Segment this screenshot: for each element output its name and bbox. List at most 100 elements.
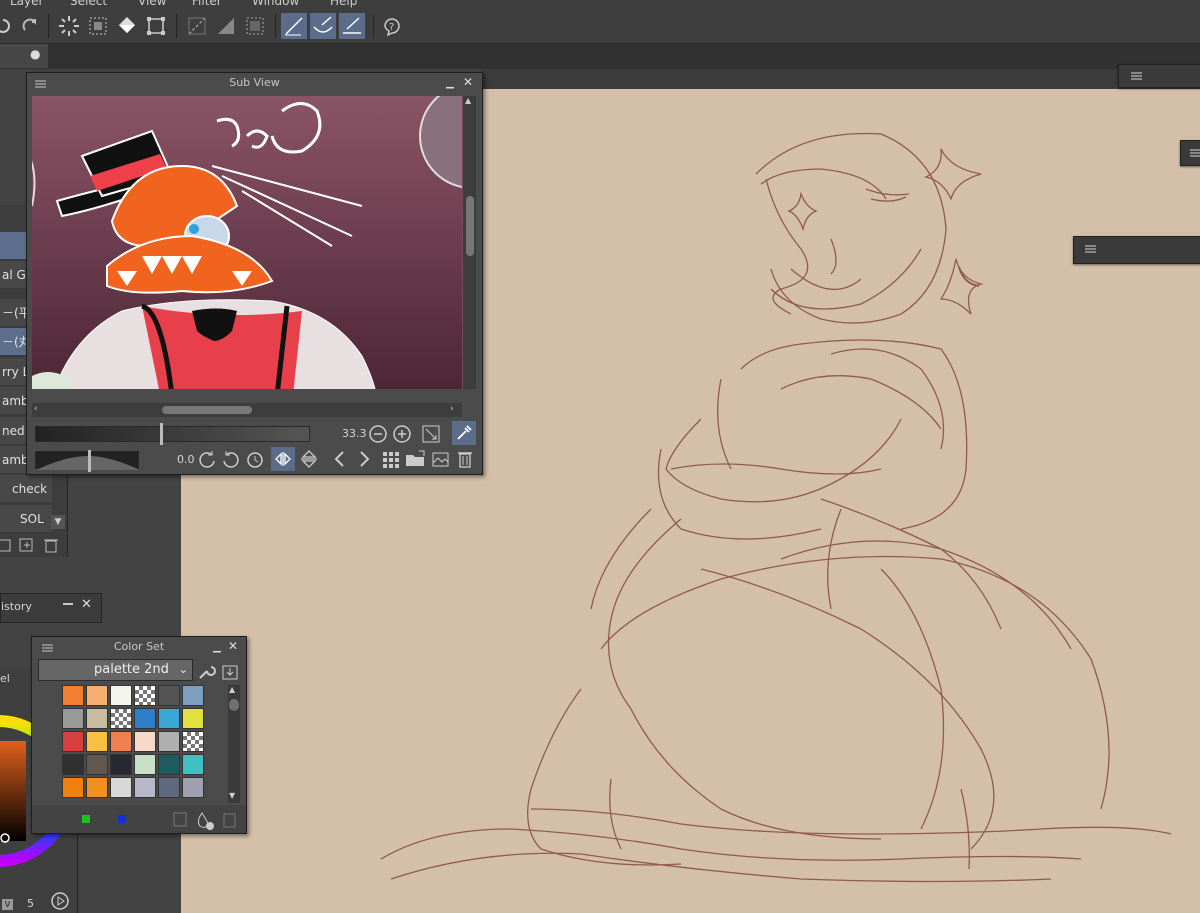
close-icon[interactable]: ✕ — [461, 75, 475, 89]
eyedropper-button[interactable] — [452, 421, 476, 445]
selection-button[interactable] — [85, 13, 111, 39]
document-tab[interactable]: ● — [0, 44, 48, 68]
color-swatch[interactable] — [182, 754, 204, 775]
color-swatch[interactable] — [62, 731, 84, 752]
open-folder-icon[interactable] — [405, 449, 427, 469]
reset-rotation-icon[interactable] — [245, 449, 265, 469]
color-swatch[interactable] — [62, 777, 84, 798]
color-swatch[interactable] — [158, 685, 180, 706]
wrench-icon[interactable] — [196, 662, 216, 682]
close-icon[interactable]: ✕ — [81, 597, 92, 612]
import-icon[interactable] — [220, 662, 240, 682]
import-image-icon[interactable] — [431, 449, 451, 469]
color-swatch[interactable] — [134, 754, 156, 775]
frame-button[interactable] — [242, 13, 268, 39]
transform-button[interactable] — [143, 13, 169, 39]
flip-vertical-icon[interactable] — [299, 449, 319, 469]
menu-window[interactable]: Window — [252, 0, 299, 8]
menu-layer[interactable]: Layer — [10, 0, 43, 8]
scroll-thumb[interactable] — [229, 699, 239, 711]
color-swatch[interactable] — [134, 685, 156, 706]
redo-button[interactable] — [18, 13, 44, 39]
color-swatch[interactable] — [182, 731, 204, 752]
minimize-icon[interactable]: ▁ — [210, 641, 224, 655]
color-swatch[interactable] — [86, 754, 108, 775]
color-swatch[interactable] — [134, 708, 156, 729]
zoom-value: 33.3 — [342, 427, 367, 440]
minimize-icon[interactable]: ▁ — [443, 77, 457, 91]
close-icon[interactable]: ✕ — [226, 639, 240, 653]
swatch-grid — [32, 685, 227, 803]
color-swatch[interactable] — [86, 777, 108, 798]
brush-item[interactable]: check — [0, 475, 52, 503]
color-swatch[interactable] — [158, 708, 180, 729]
pen-snap-button[interactable] — [281, 13, 307, 39]
collapsed-panel-2[interactable] — [1180, 140, 1200, 166]
minimize-icon[interactable] — [63, 603, 73, 605]
grid-view-icon[interactable] — [381, 449, 401, 469]
next-image-icon[interactable] — [357, 449, 373, 469]
trash-icon[interactable] — [455, 449, 475, 469]
color-swatch[interactable] — [86, 708, 108, 729]
fit-view-icon[interactable] — [421, 424, 441, 444]
brush-list-scroll-down[interactable]: ▼ — [51, 515, 65, 529]
line-snap-button[interactable] — [339, 13, 365, 39]
flip-horizontal-button[interactable] — [271, 447, 295, 471]
sub-view-title: Sub View — [27, 73, 482, 93]
color-swatch[interactable] — [110, 777, 132, 798]
color-swatch[interactable] — [182, 708, 204, 729]
play-icon[interactable] — [50, 891, 70, 911]
color-swatch[interactable] — [110, 731, 132, 752]
subview-hscroll[interactable]: ‹ › — [32, 403, 462, 417]
palette-select[interactable]: palette 2nd ⌄ — [38, 659, 193, 681]
undo-button[interactable] — [0, 13, 16, 39]
scroll-thumb[interactable] — [162, 406, 252, 414]
rotate-left-icon[interactable] — [197, 449, 217, 469]
swatch-scrollbar[interactable]: ▲ ▼ — [228, 685, 240, 803]
color-swatch[interactable] — [134, 777, 156, 798]
rotation-slider[interactable] — [35, 450, 140, 472]
color-swatch[interactable] — [182, 777, 204, 798]
brush-list-footer — [0, 535, 66, 557]
color-swatch[interactable] — [110, 708, 132, 729]
color-swatch[interactable] — [158, 777, 180, 798]
clear-button[interactable] — [56, 13, 82, 39]
color-swatch[interactable] — [62, 685, 84, 706]
rotate-right-icon[interactable] — [221, 449, 241, 469]
zoom-in-icon[interactable] — [392, 424, 412, 444]
help-button[interactable]: ? — [379, 13, 405, 39]
collapsed-panel-1[interactable] — [1118, 64, 1200, 88]
color-swatch[interactable] — [134, 731, 156, 752]
fill-button[interactable] — [114, 13, 140, 39]
color-swatch[interactable] — [86, 685, 108, 706]
ruler-button[interactable] — [184, 13, 210, 39]
scroll-thumb[interactable] — [466, 196, 474, 256]
zoom-slider[interactable] — [35, 423, 310, 445]
color-swatch[interactable] — [62, 708, 84, 729]
previous-image-icon[interactable] — [331, 449, 347, 469]
reference-image[interactable] — [32, 96, 476, 389]
curve-snap-button[interactable] — [310, 13, 336, 39]
color-swatch[interactable] — [110, 754, 132, 775]
menu-view[interactable]: View — [138, 0, 166, 8]
zoom-out-icon[interactable] — [368, 424, 388, 444]
menu-help[interactable]: Help — [330, 0, 357, 8]
color-swatch[interactable] — [182, 685, 204, 706]
color-swatch[interactable] — [158, 731, 180, 752]
color-wheel-title: el — [0, 672, 10, 685]
value-toggle[interactable]: V — [2, 899, 13, 910]
brush-item[interactable]: SOL — [0, 505, 52, 533]
grid-button[interactable] — [213, 13, 239, 39]
panel-grip-icon — [35, 80, 46, 88]
rotation-slider-handle[interactable] — [88, 450, 91, 472]
subview-vscroll[interactable]: ▲ — [463, 96, 476, 389]
color-swatch[interactable] — [110, 685, 132, 706]
color-swatch[interactable] — [86, 731, 108, 752]
menu-select[interactable]: Select — [70, 0, 107, 8]
color-swatch[interactable] — [158, 754, 180, 775]
menu-filter[interactable]: Filter — [192, 0, 222, 8]
collapsed-panel-3[interactable] — [1073, 236, 1200, 264]
zoom-slider-handle[interactable] — [160, 423, 163, 445]
color-swatch[interactable] — [62, 754, 84, 775]
chevron-down-icon: ⌄ — [178, 663, 188, 676]
